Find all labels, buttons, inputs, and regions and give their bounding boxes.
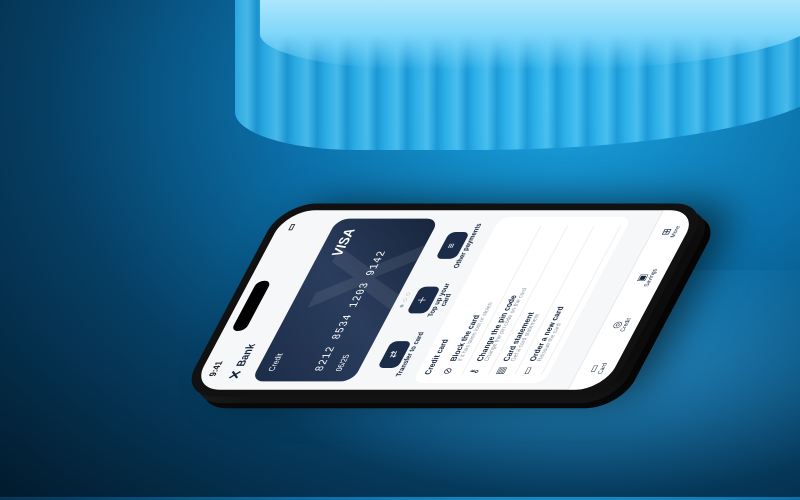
tab-credit[interactable]: ◎ Credit [608, 318, 633, 331]
brand-name: Bank [233, 343, 259, 367]
card-icon: ▭ [520, 366, 536, 375]
card-type: Credit [266, 353, 286, 372]
card-expiry: 06/25 [333, 354, 352, 372]
phone: 9:41 ▭ ✕ Bank X Credit VISA 8212 8534 12… [179, 203, 711, 397]
phone-wrapper: 9:41 ▭ ✕ Bank X Credit VISA 8212 8534 12… [0, 0, 800, 497]
tab-card[interactable]: ▭ Card [586, 363, 608, 374]
brand-logo-icon: ✕ [224, 369, 246, 380]
tab-more[interactable]: ⊞ More [658, 226, 681, 237]
key-icon: ⚷ [467, 368, 482, 375]
tab-savings[interactable]: ▣ Savings [632, 269, 659, 287]
block-icon: ⊘ [440, 367, 456, 375]
phone-screen: 9:41 ▭ ✕ Bank X Credit VISA 8212 8534 12… [191, 210, 699, 390]
document-icon: ▤ [493, 366, 510, 375]
